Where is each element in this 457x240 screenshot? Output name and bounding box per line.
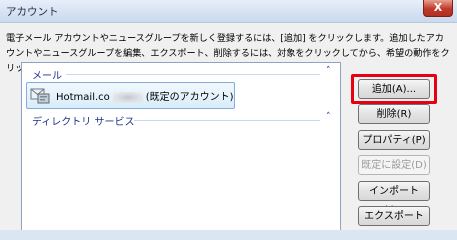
collapse-mail-icon[interactable]: ˄ [326,66,331,76]
group-divider [134,120,320,121]
highlight-frame [351,74,437,104]
account-name-prefix: Hotmail.co [56,92,110,103]
account-name: Hotmail.co (既定のアカウント) [56,88,234,103]
set-default-button[interactable]: 既定に設定(D) [358,155,430,175]
account-name-suffix: (既定のアカウント) [145,92,234,103]
title-bar: アカウント X [0,0,457,23]
group-directory-header: ディレクトリ サービス [32,117,135,128]
account-item-hotmail[interactable]: Hotmail.co (既定のアカウント) [26,82,235,109]
export-button[interactable]: エクスポート(E)... [358,206,430,226]
group-mail-header: メール [32,71,62,82]
group-divider [66,74,320,75]
collapse-directory-icon[interactable]: ˄ [326,112,331,122]
import-button[interactable]: インポート(I)... [358,181,430,216]
window-title: アカウント [6,6,59,18]
mail-account-icon [30,88,50,104]
remove-button[interactable]: 削除(R) [358,104,430,124]
accounts-dialog: アカウント X 電子メール アカウントやニュースグループを新しく登録するには、[… [0,0,457,230]
redacted-text [112,91,143,103]
close-button[interactable]: X [423,0,453,17]
properties-button[interactable]: プロパティ(P) [358,130,430,150]
account-list[interactable]: メール ˄ Hotmail.co (既定のアカウント) ディレクトリ サービス ˄ [21,62,341,230]
